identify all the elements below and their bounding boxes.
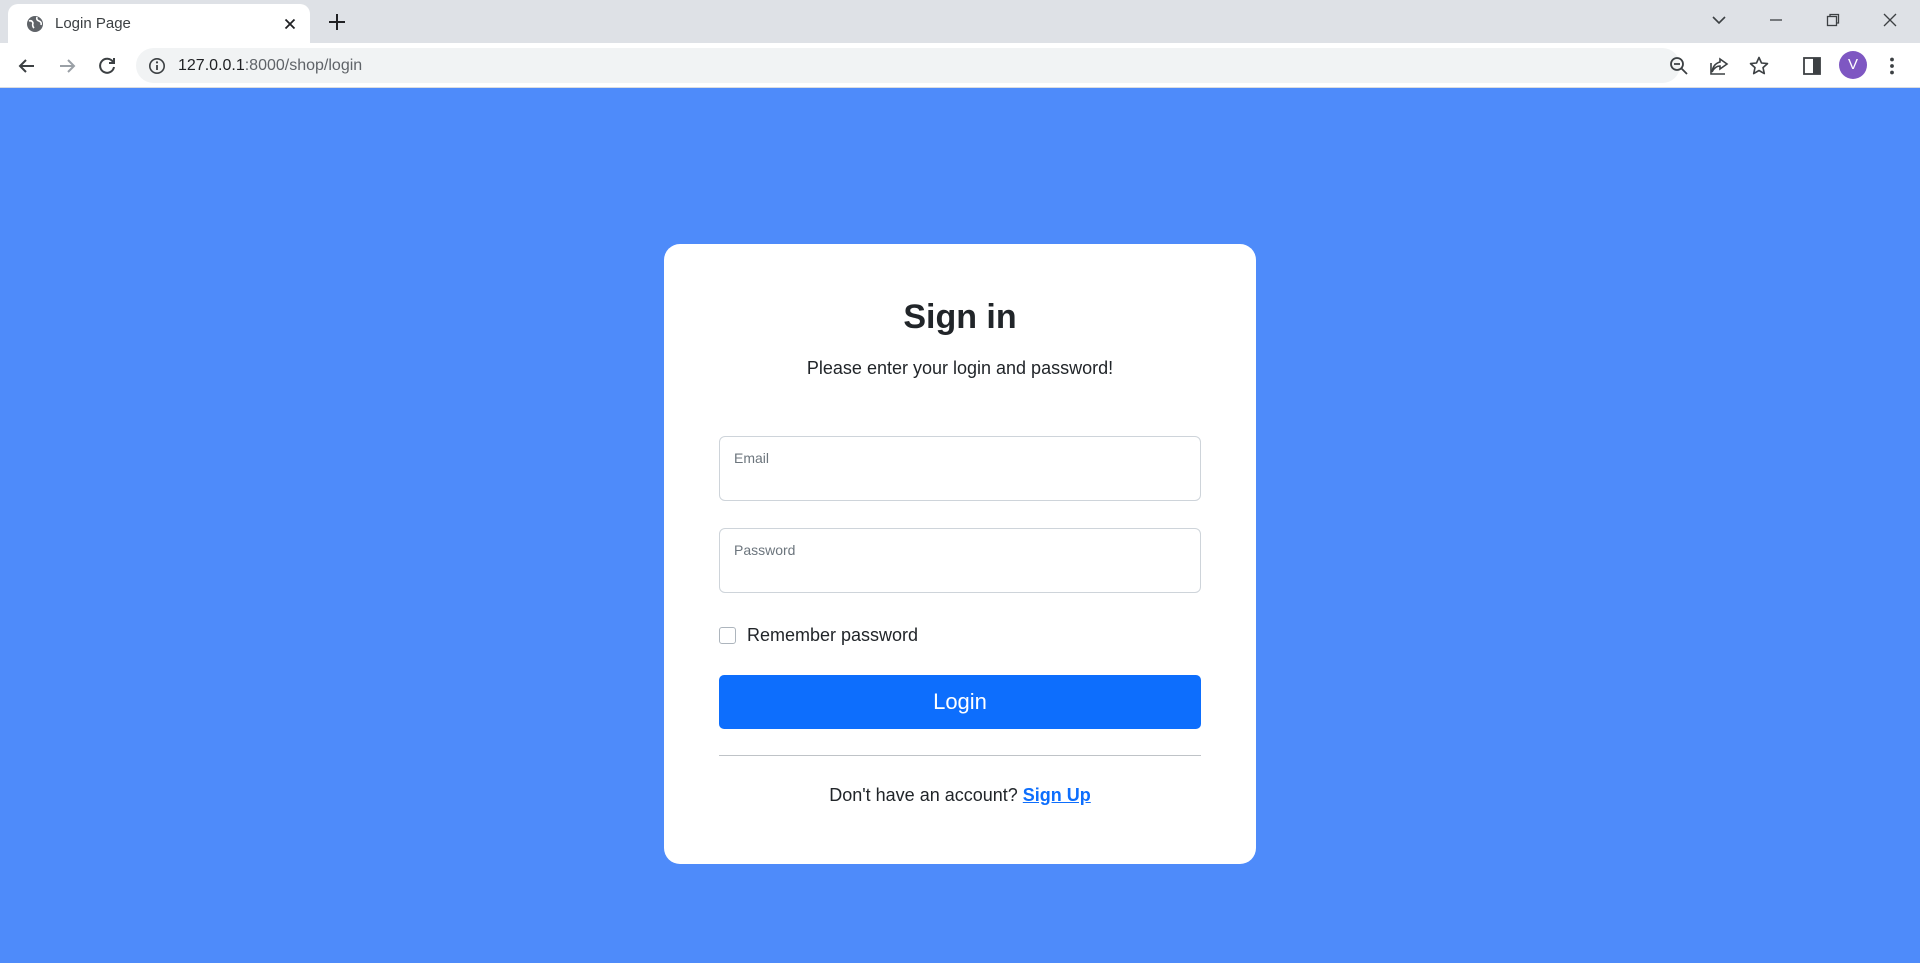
zoom-out-icon[interactable] — [1668, 55, 1690, 77]
reload-icon[interactable] — [94, 53, 120, 79]
password-label: Password — [734, 542, 796, 558]
chevron-down-icon[interactable] — [1707, 8, 1731, 32]
page-background: Sign in Please enter your login and pass… — [0, 88, 1920, 963]
browser-tab-bar: Login Page — [0, 0, 1920, 43]
restore-icon[interactable] — [1821, 8, 1845, 32]
address-bar[interactable]: 127.0.0.1:8000/shop/login — [136, 48, 1769, 83]
divider — [719, 755, 1201, 756]
remember-label[interactable]: Remember password — [747, 625, 918, 646]
tab-title: Login Page — [55, 15, 131, 32]
avatar[interactable]: V — [1839, 51, 1867, 79]
page-title: Sign in — [903, 298, 1017, 336]
url-host: 127.0.0.1 — [178, 57, 245, 74]
email-field[interactable]: Email — [719, 436, 1201, 501]
globe-icon — [26, 15, 44, 33]
sign-up-link[interactable]: Sign Up — [1023, 785, 1091, 805]
browser-toolbar: 127.0.0.1:8000/shop/login V — [0, 43, 1920, 88]
signup-line: Don't have an account? Sign Up — [664, 785, 1256, 806]
url-path: :8000/shop/login — [244, 57, 363, 74]
signup-prompt: Don't have an account? — [829, 785, 1023, 805]
info-icon[interactable] — [148, 57, 166, 75]
address-url[interactable]: 127.0.0.1:8000/shop/login — [178, 57, 362, 75]
share-icon[interactable] — [1708, 55, 1730, 77]
browser-tab-login[interactable]: Login Page — [8, 4, 310, 43]
password-field[interactable]: Password — [719, 528, 1201, 593]
close-icon[interactable] — [280, 14, 300, 34]
page-subtitle: Please enter your login and password! — [806, 358, 1114, 378]
kebab-menu-icon[interactable] — [1879, 53, 1905, 79]
login-card: Sign in Please enter your login and pass… — [664, 244, 1256, 864]
star-icon[interactable] — [1748, 55, 1770, 77]
password-input[interactable] — [734, 561, 1184, 585]
close-window-icon[interactable] — [1878, 8, 1902, 32]
email-input[interactable] — [734, 469, 1184, 493]
login-button[interactable]: Login — [719, 675, 1201, 729]
arrow-left-icon[interactable] — [14, 53, 40, 79]
remember-checkbox[interactable] — [719, 627, 736, 644]
arrow-right-icon[interactable] — [54, 53, 80, 79]
email-label: Email — [734, 450, 770, 466]
minimize-icon[interactable] — [1764, 8, 1788, 32]
plus-icon[interactable] — [326, 11, 348, 33]
side-panel-icon[interactable] — [1799, 53, 1825, 79]
